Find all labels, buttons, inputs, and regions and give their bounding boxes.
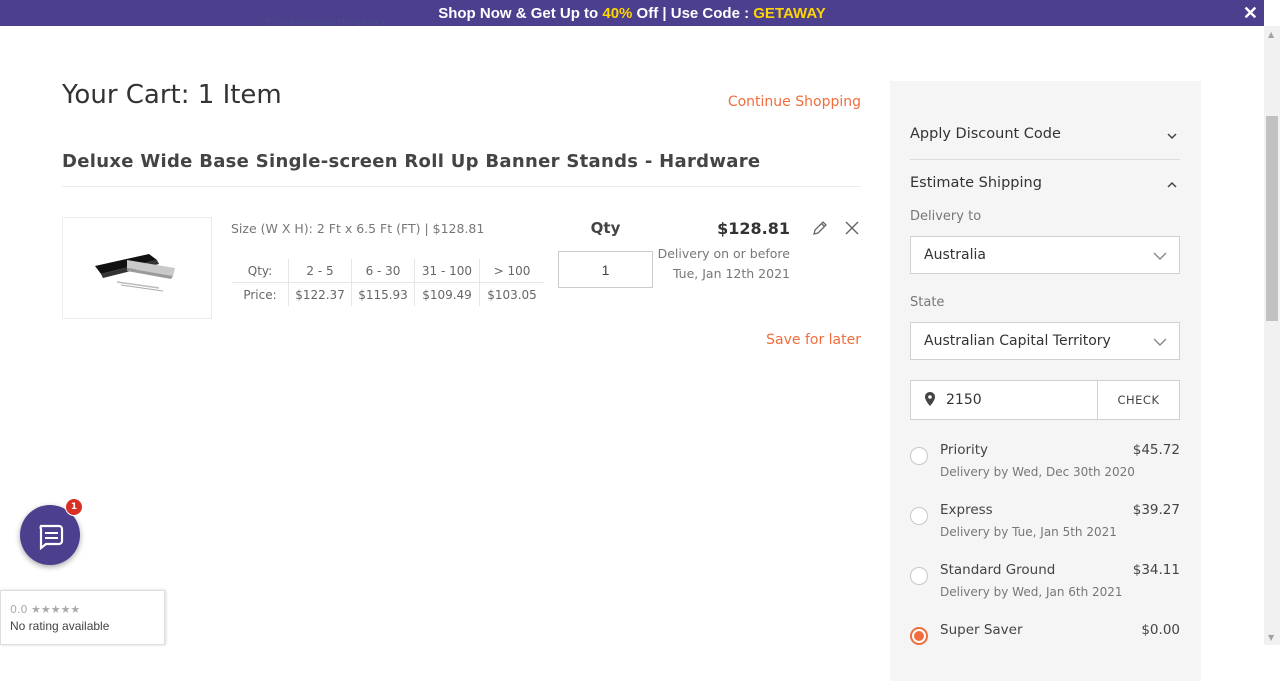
delivery-line: Delivery on or before <box>657 246 790 261</box>
tier-price-table: Qty: 2 - 5 6 - 30 31 - 100 > 100 Price: … <box>232 259 544 306</box>
shipping-option-name: Standard Ground <box>940 562 1056 578</box>
discount-label: Apply Discount Code <box>910 126 1061 142</box>
apply-discount-toggle[interactable]: Apply Discount Code <box>910 126 1180 142</box>
tier-range: 2 - 5 <box>288 259 352 283</box>
shipping-option-express[interactable]: Express $39.27 Delivery by Tue, Jan 5th … <box>910 502 1180 552</box>
close-icon <box>845 221 859 235</box>
chevron-down-icon <box>1153 252 1167 260</box>
shipping-label: Estimate Shipping <box>910 175 1042 191</box>
close-promo-button[interactable]: ✕ <box>1243 0 1258 26</box>
shipping-option-name: Super Saver <box>940 622 1023 638</box>
pencil-icon <box>813 221 827 235</box>
shipping-option-super-saver[interactable]: Super Saver $0.00 <box>910 622 1180 672</box>
divider <box>910 159 1180 160</box>
location-pin-icon <box>925 392 935 406</box>
zip-code-field: CHECK <box>910 380 1180 420</box>
radio-button[interactable] <box>910 567 928 585</box>
promo-text-2: Off | Use Code : <box>632 5 754 22</box>
order-summary-sidebar: Apply Discount Code Estimate Shipping De… <box>890 81 1201 681</box>
tier-range: > 100 <box>479 259 544 283</box>
scroll-up-icon[interactable]: ▲ <box>1268 30 1274 39</box>
rating-text: No rating available <box>10 619 110 633</box>
delivery-to-label: Delivery to <box>910 209 982 224</box>
promo-code: GETAWAY <box>753 5 826 22</box>
radio-button[interactable] <box>910 507 928 525</box>
product-thumbnail[interactable] <box>62 217 212 319</box>
shipping-option-date: Delivery by Wed, Dec 30th 2020 <box>940 465 1135 479</box>
tier-price-label: Price: <box>232 282 289 306</box>
shipping-option-standard-ground[interactable]: Standard Ground $34.11 Delivery by Wed, … <box>910 562 1180 612</box>
customize-product-link[interactable]: Customize Product <box>265 13 387 26</box>
chevron-down-icon <box>1153 338 1167 346</box>
page-scrollbar[interactable]: ▲ ▼ <box>1264 26 1280 645</box>
shipping-option-price: $34.11 <box>1132 562 1180 578</box>
qty-label: Qty <box>590 219 621 237</box>
promo-discount: 40% <box>602 5 633 22</box>
remove-item-button[interactable] <box>843 219 861 237</box>
shipping-option-name: Express <box>940 502 993 518</box>
page-title: Your Cart: 1 Item <box>62 80 282 110</box>
chevron-up-icon <box>1167 181 1177 188</box>
product-size: Size (W X H): 2 Ft x 6.5 Ft (FT) | $128.… <box>231 221 485 236</box>
save-for-later-link[interactable]: Save for later <box>766 332 861 348</box>
tier-price: $109.49 <box>414 282 480 306</box>
state-select[interactable]: Australian Capital Territory <box>910 322 1180 360</box>
shipping-option-price: $39.27 <box>1132 502 1180 518</box>
shipping-option-name: Priority <box>940 442 989 458</box>
shipping-option-date: Delivery by Tue, Jan 5th 2021 <box>940 525 1117 539</box>
shipping-option-price: $45.72 <box>1132 442 1180 458</box>
tier-price: $115.93 <box>351 282 415 306</box>
zip-code-input[interactable] <box>946 381 1096 419</box>
continue-shopping-link[interactable]: Continue Shopping <box>728 94 861 110</box>
scroll-down-icon[interactable]: ▼ <box>1268 633 1274 642</box>
delivery-estimate: Delivery on or before Tue, Jan 12th 2021 <box>658 244 790 284</box>
country-value: Australia <box>924 247 986 263</box>
product-name[interactable]: Deluxe Wide Base Single-screen Roll Up B… <box>62 151 760 172</box>
tier-range: 6 - 30 <box>351 259 415 283</box>
country-select[interactable]: Australia <box>910 236 1180 274</box>
shipping-option-priority[interactable]: Priority $45.72 Delivery by Wed, Dec 30t… <box>910 442 1180 492</box>
promo-text: Shop Now & Get Up to <box>438 5 603 22</box>
chat-notification-badge: 1 <box>65 498 83 516</box>
chevron-down-icon <box>1167 133 1177 140</box>
tier-qty-label: Qty: <box>232 259 289 283</box>
tier-range: 31 - 100 <box>414 259 480 283</box>
shipping-option-date: Delivery by Wed, Jan 6th 2021 <box>940 585 1123 599</box>
estimate-shipping-toggle[interactable]: Estimate Shipping <box>910 175 1180 191</box>
shipping-option-price: $0.00 <box>1141 622 1180 638</box>
check-button[interactable]: CHECK <box>1097 381 1179 419</box>
banner-stand-image <box>95 254 175 292</box>
divider <box>62 186 861 187</box>
line-item-price: $128.81 <box>717 219 790 238</box>
radio-button-selected[interactable] <box>910 627 928 645</box>
tier-price: $122.37 <box>288 282 352 306</box>
radio-button[interactable] <box>910 447 928 465</box>
quantity-input[interactable] <box>558 251 653 288</box>
state-value: Australian Capital Territory <box>924 333 1111 349</box>
state-label: State <box>910 295 945 310</box>
edit-item-button[interactable] <box>811 219 829 237</box>
rating-score: 0.0 ★★★★★ <box>10 603 81 616</box>
delivery-date: Tue, Jan 12th 2021 <box>672 266 790 281</box>
rating-widget[interactable]: 0.0 ★★★★★ No rating available <box>0 590 165 645</box>
promo-banner: Shop Now & Get Up to 40% Off | Use Code … <box>0 0 1264 26</box>
tier-price: $103.05 <box>487 287 537 302</box>
scrollbar-thumb[interactable] <box>1266 116 1278 321</box>
